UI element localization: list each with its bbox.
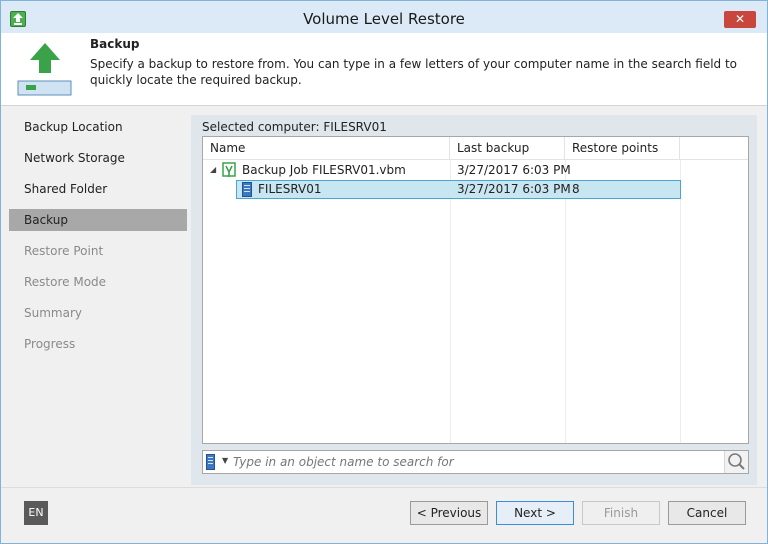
expand-toggle-icon[interactable]: ◢ [210, 164, 219, 176]
column-divider [680, 160, 681, 443]
selected-computer-label: Selected computer: FILESRV01 [202, 120, 387, 134]
next-button[interactable]: Next > [496, 501, 574, 525]
finish-button: Finish [582, 501, 660, 525]
wizard-footer: EN < Previous Next > Finish Cancel [1, 487, 767, 543]
step-restore-point: Restore Point [24, 244, 104, 258]
wizard-steps: Backup Location Network Storage Shared F… [9, 115, 187, 485]
search-input[interactable] [233, 452, 718, 472]
row-name: Backup Job FILESRV01.vbm [242, 163, 406, 177]
step-backup-location[interactable]: Backup Location [9, 116, 187, 138]
row-restore-points: 8 [572, 182, 580, 196]
table-row-backup-job[interactable]: ◢ Backup Job FILESRV01.vbm 3/27/2017 6:0… [203, 161, 748, 180]
step-backup[interactable]: Backup [9, 209, 187, 231]
step-restore-mode: Restore Mode [24, 275, 107, 289]
backup-grid: Name Last backup Restore points ◢ Backup… [202, 136, 749, 444]
column-divider [565, 160, 566, 443]
search-icon [728, 453, 745, 470]
server-icon [206, 454, 215, 470]
close-button[interactable]: ✕ [724, 11, 756, 28]
column-header-restore-points[interactable]: Restore points [565, 137, 680, 160]
window-title: Volume Level Restore [303, 10, 465, 28]
column-header-last-backup[interactable]: Last backup [450, 137, 565, 160]
step-summary: Summary [24, 306, 82, 320]
cancel-button[interactable]: Cancel [668, 501, 746, 525]
search-button[interactable] [724, 451, 748, 473]
backup-job-icon [222, 162, 236, 178]
search-bar: ▼ [202, 450, 749, 474]
step-progress: Progress [24, 337, 76, 351]
row-name: FILESRV01 [258, 182, 322, 196]
table-row-filesrv01[interactable]: FILESRV01 3/27/2017 6:03 PM 8 [203, 180, 748, 199]
previous-button[interactable]: < Previous [410, 501, 488, 525]
header-description: Specify a backup to restore from. You ca… [90, 57, 738, 87]
row-last-backup: 3/27/2017 6:03 PM [457, 182, 571, 196]
upload-arrow-icon [17, 41, 73, 97]
language-button[interactable]: EN [24, 501, 48, 525]
step-network-storage[interactable]: Network Storage [9, 147, 187, 169]
header-title: Backup [90, 37, 140, 51]
grid-header: Name Last backup Restore points [203, 137, 748, 160]
title-bar: Volume Level Restore ✕ [1, 1, 767, 33]
column-divider [450, 160, 451, 443]
column-header-name[interactable]: Name [203, 137, 450, 160]
chevron-down-icon: ▼ [222, 456, 229, 465]
wizard-header: Backup Specify a backup to restore from.… [1, 33, 767, 106]
restore-wizard-window: Volume Level Restore ✕ Backup Specify a … [0, 0, 768, 544]
step-shared-folder[interactable]: Shared Folder [9, 178, 187, 200]
server-icon [242, 182, 252, 197]
search-scope-dropdown[interactable]: ▼ [203, 451, 233, 473]
row-last-backup: 3/27/2017 6:03 PM [457, 163, 571, 177]
main-panel: Selected computer: FILESRV01 Name Last b… [191, 115, 757, 485]
